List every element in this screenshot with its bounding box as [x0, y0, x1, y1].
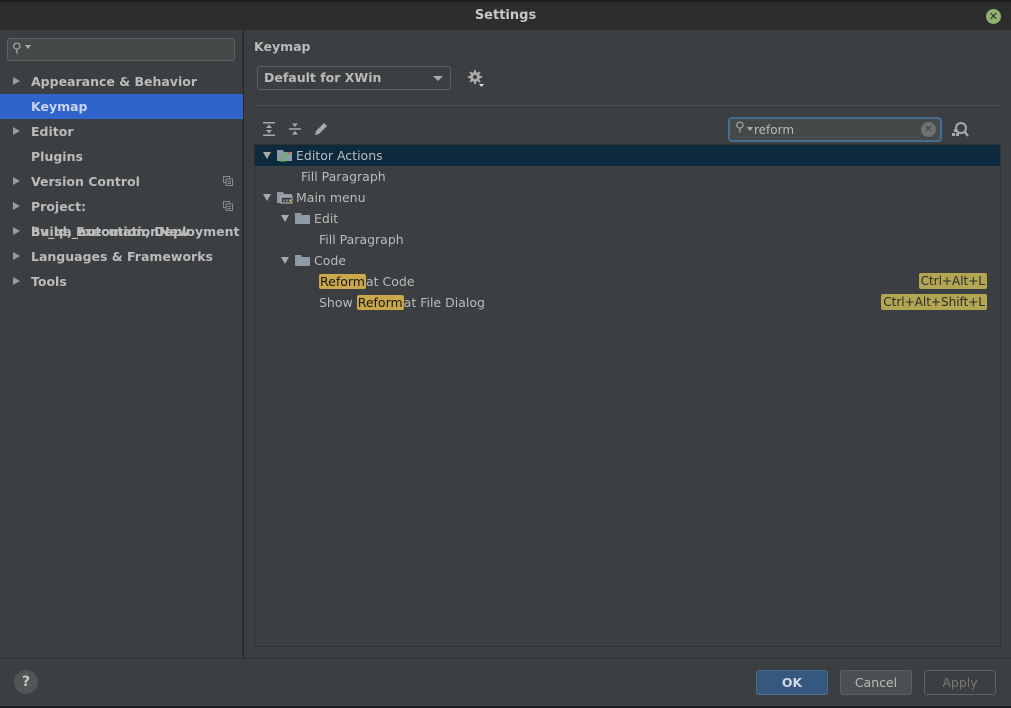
dialog-footer: ? OK Cancel Apply	[0, 658, 1011, 706]
expand-arrow-icon[interactable]	[13, 77, 20, 85]
group-row[interactable]: Editor Actions	[255, 145, 1000, 166]
close-icon[interactable]: ✕	[986, 9, 1001, 24]
label-text: Editor Actions	[296, 148, 383, 163]
label-text: Fill Paragraph	[319, 232, 404, 247]
sidebar-item-appearance-behavior[interactable]: Appearance & Behavior	[0, 69, 243, 94]
help-button[interactable]: ?	[14, 670, 38, 694]
project-level-icon	[223, 201, 233, 211]
sidebar-item-label: Appearance & Behavior	[31, 74, 197, 89]
group-label: Editor Actions	[296, 145, 383, 166]
search-icon: ⚲	[735, 120, 745, 135]
label-text: Fill Paragraph	[301, 169, 386, 184]
search-icon: ⚲	[12, 41, 22, 56]
folder-icon	[295, 255, 310, 266]
search-match-highlight: Reform	[356, 295, 404, 310]
action-label: Fill Paragraph	[319, 229, 404, 250]
action-row[interactable]: Fill Paragraph	[255, 229, 1000, 250]
expand-arrow-icon[interactable]	[13, 277, 20, 285]
keymap-panel: Keymap Default for XWin ⚲ ✕	[244, 30, 1011, 658]
sidebar-search-input[interactable]	[34, 41, 229, 58]
expand-toggle-icon[interactable]	[263, 194, 271, 201]
sidebar-item-label: Tools	[31, 274, 67, 289]
search-history-caret-icon[interactable]	[747, 127, 753, 131]
project-level-icon	[223, 176, 233, 186]
sidebar-item-label: Keymap	[31, 99, 88, 114]
action-label: Reformat Code	[319, 271, 415, 292]
keymap-scheme-value: Default for XWin	[264, 70, 382, 85]
keymap-filter[interactable]: ⚲ ✕	[728, 117, 942, 142]
title-bar: Settings ✕	[0, 0, 1011, 30]
sidebar-search[interactable]: ⚲	[7, 38, 235, 61]
sidebar-item-languages-frameworks[interactable]: Languages & Frameworks	[0, 244, 243, 269]
group-row[interactable]: Edit	[255, 208, 1000, 229]
label-text: Show	[319, 295, 357, 310]
label-text: Main menu	[296, 190, 366, 205]
sidebar-item-label: Plugins	[31, 149, 83, 164]
find-by-shortcut-icon[interactable]	[950, 120, 970, 140]
clear-filter-icon[interactable]: ✕	[921, 122, 936, 137]
expand-arrow-icon[interactable]	[13, 127, 20, 135]
window-title: Settings	[474, 8, 537, 23]
keymap-action-tree[interactable]: Editor Actions Fill Paragraph Main menu Edi…	[254, 144, 1001, 647]
sidebar-item-build-execution-deployment[interactable]: Build, Execution, Deployment	[0, 219, 243, 244]
chevron-down-icon	[433, 76, 443, 81]
expand-arrow-icon[interactable]	[13, 227, 20, 235]
sidebar-item-tools[interactable]: Tools	[0, 269, 243, 294]
sidebar: ⚲ Appearance & Behavior Keymap Editor Plugi…	[0, 30, 243, 658]
page-title: Keymap	[254, 39, 311, 54]
expand-toggle-icon[interactable]	[281, 257, 289, 264]
action-label: Show Reformat File Dialog	[319, 292, 485, 313]
search-options-caret-icon[interactable]	[25, 45, 31, 49]
expand-toggle-icon[interactable]	[281, 215, 289, 222]
keymap-scheme-select[interactable]: Default for XWin	[257, 66, 451, 90]
group-row[interactable]: Main menu	[255, 187, 1000, 208]
keymap-filter-input[interactable]	[754, 121, 914, 138]
label-text: Code	[314, 253, 347, 268]
gear-icon[interactable]	[466, 68, 486, 88]
ok-button[interactable]: OK	[756, 670, 828, 695]
shortcut-badge: Ctrl+Alt+Shift+L	[881, 294, 987, 310]
expand-arrow-icon[interactable]	[13, 252, 20, 260]
sidebar-item-keymap[interactable]: Keymap	[0, 94, 243, 119]
sidebar-item-editor[interactable]: Editor	[0, 119, 243, 144]
main-menu-folder-icon	[277, 192, 293, 204]
action-row[interactable]: Reformat Code Ctrl+Alt+L	[255, 271, 1000, 292]
divider	[254, 105, 1001, 106]
sidebar-item-label: Languages & Frameworks	[31, 249, 213, 264]
group-row[interactable]: Code	[255, 250, 1000, 271]
settings-nav: Appearance & Behavior Keymap Editor Plugins…	[0, 69, 243, 294]
group-label: Main menu	[296, 187, 366, 208]
group-label: Code	[314, 250, 346, 271]
apply-button[interactable]: Apply	[924, 670, 996, 695]
action-label: Fill Paragraph	[301, 166, 386, 187]
folder-icon	[295, 213, 310, 224]
expand-toggle-icon[interactable]	[263, 152, 271, 159]
collapse-all-icon[interactable]	[286, 120, 304, 138]
sidebar-item-label: Build, Execution, Deployment	[31, 224, 240, 239]
sidebar-item-plugins[interactable]: Plugins	[0, 144, 243, 169]
cancel-button[interactable]: Cancel	[840, 670, 912, 695]
shortcut-badge: Ctrl+Alt+L	[918, 273, 987, 289]
expand-arrow-icon[interactable]	[13, 177, 20, 185]
group-label: Edit	[314, 208, 338, 229]
label-text: at File Dialog	[403, 295, 485, 310]
label-text: at Code	[365, 274, 415, 289]
sidebar-item-label: Editor	[31, 124, 74, 139]
expand-arrow-icon[interactable]	[13, 202, 20, 210]
edit-icon[interactable]	[312, 120, 330, 138]
label-text: Edit	[314, 211, 339, 226]
action-row[interactable]: Fill Paragraph	[255, 166, 1000, 187]
expand-all-icon[interactable]	[260, 120, 278, 138]
sidebar-item-project-bv-qa-automationnew[interactable]: Project: bv_qa_automationNew	[0, 194, 243, 239]
sidebar-item-version-control[interactable]: Version Control	[0, 169, 243, 194]
action-row[interactable]: Show Reformat File Dialog Ctrl+Alt+Shift+…	[255, 292, 1000, 313]
sidebar-item-label: Version Control	[31, 174, 140, 189]
search-match-highlight: Reform	[319, 274, 366, 289]
editor-actions-folder-icon	[277, 150, 292, 162]
